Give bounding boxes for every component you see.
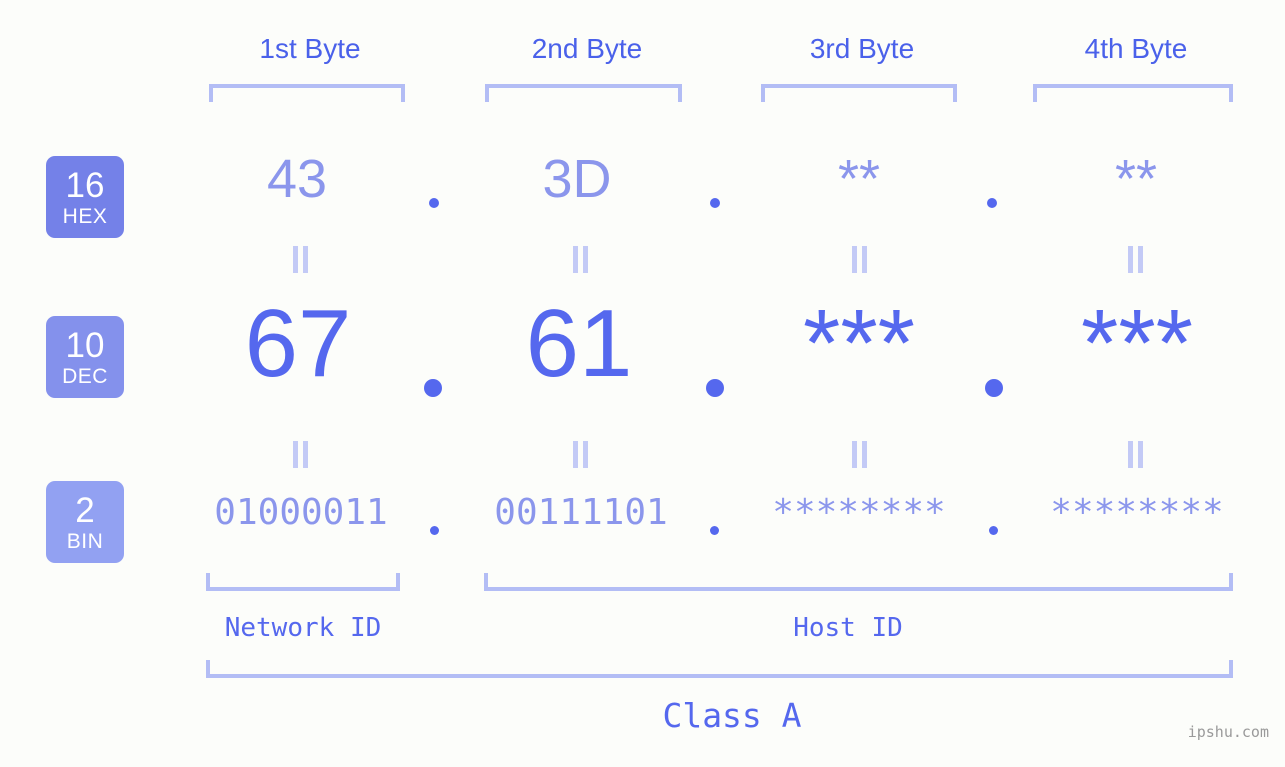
equals-icon-1-4 [1125, 246, 1147, 273]
byte-bracket-4 [1033, 84, 1233, 102]
dec-byte-2: 61 [525, 290, 633, 397]
dec-dot-3 [985, 379, 1003, 397]
hex-byte-2: 3D [542, 149, 612, 209]
base-badge-bin-abbr: BIN [66, 529, 104, 553]
network-id-label: Network ID [224, 613, 382, 643]
byte-bracket-1 [209, 84, 405, 102]
bin-dot-2 [710, 526, 719, 535]
base-badge-dec-abbr: DEC [62, 364, 108, 388]
hex-byte-1: 43 [266, 149, 328, 209]
dec-byte-4: *** [1080, 290, 1194, 397]
hex-byte-3: ** [837, 149, 881, 209]
equals-icon-2-4 [1125, 441, 1147, 468]
network-id-bracket [206, 573, 400, 591]
equals-icon-2-1 [290, 441, 312, 468]
base-badge-dec[interactable]: 10 DEC [46, 316, 124, 398]
bin-dot-3 [989, 526, 998, 535]
host-id-bracket [484, 573, 1233, 591]
base-badge-bin[interactable]: 2 BIN [46, 481, 124, 563]
byte-bracket-3 [761, 84, 957, 102]
base-badge-dec-number: 10 [65, 325, 105, 365]
equals-icon-1-2 [570, 246, 592, 273]
byte-bracket-2 [485, 84, 682, 102]
ip-address-breakdown-diagram: 1st Byte 2nd Byte 3rd Byte 4th Byte 16 H… [0, 0, 1285, 767]
base-badge-hex[interactable]: 16 HEX [46, 156, 124, 238]
equals-icon-2-2 [570, 441, 592, 468]
dec-byte-1: 67 [244, 290, 352, 397]
byte-label-4: 4th Byte [1084, 33, 1188, 64]
byte-label-1: 1st Byte [259, 33, 361, 64]
base-badge-hex-number: 16 [65, 165, 105, 205]
class-bracket [206, 660, 1233, 678]
equals-icon-1-1 [290, 246, 312, 273]
dec-byte-3: *** [802, 290, 916, 397]
hex-dot-1 [429, 198, 439, 208]
equals-icon-1-3 [849, 246, 871, 273]
bin-dot-1 [430, 526, 439, 535]
bin-byte-1: 01000011 [214, 492, 388, 533]
dec-dot-1 [424, 379, 442, 397]
bin-byte-3: ******** [772, 492, 946, 533]
class-label: Class A [662, 696, 802, 735]
byte-label-2: 2nd Byte [531, 33, 643, 64]
hex-dot-2 [710, 198, 720, 208]
watermark: ipshu.com [1187, 723, 1269, 741]
bin-byte-2: 00111101 [494, 492, 668, 533]
equals-icon-2-3 [849, 441, 871, 468]
byte-label-3: 3rd Byte [809, 33, 915, 64]
base-badge-hex-abbr: HEX [62, 204, 108, 228]
bin-byte-4: ******** [1050, 492, 1224, 533]
dec-dot-2 [706, 379, 724, 397]
hex-byte-4: ** [1114, 149, 1158, 209]
base-badge-bin-number: 2 [75, 490, 95, 530]
host-id-label: Host ID [793, 613, 903, 643]
hex-dot-3 [987, 198, 997, 208]
